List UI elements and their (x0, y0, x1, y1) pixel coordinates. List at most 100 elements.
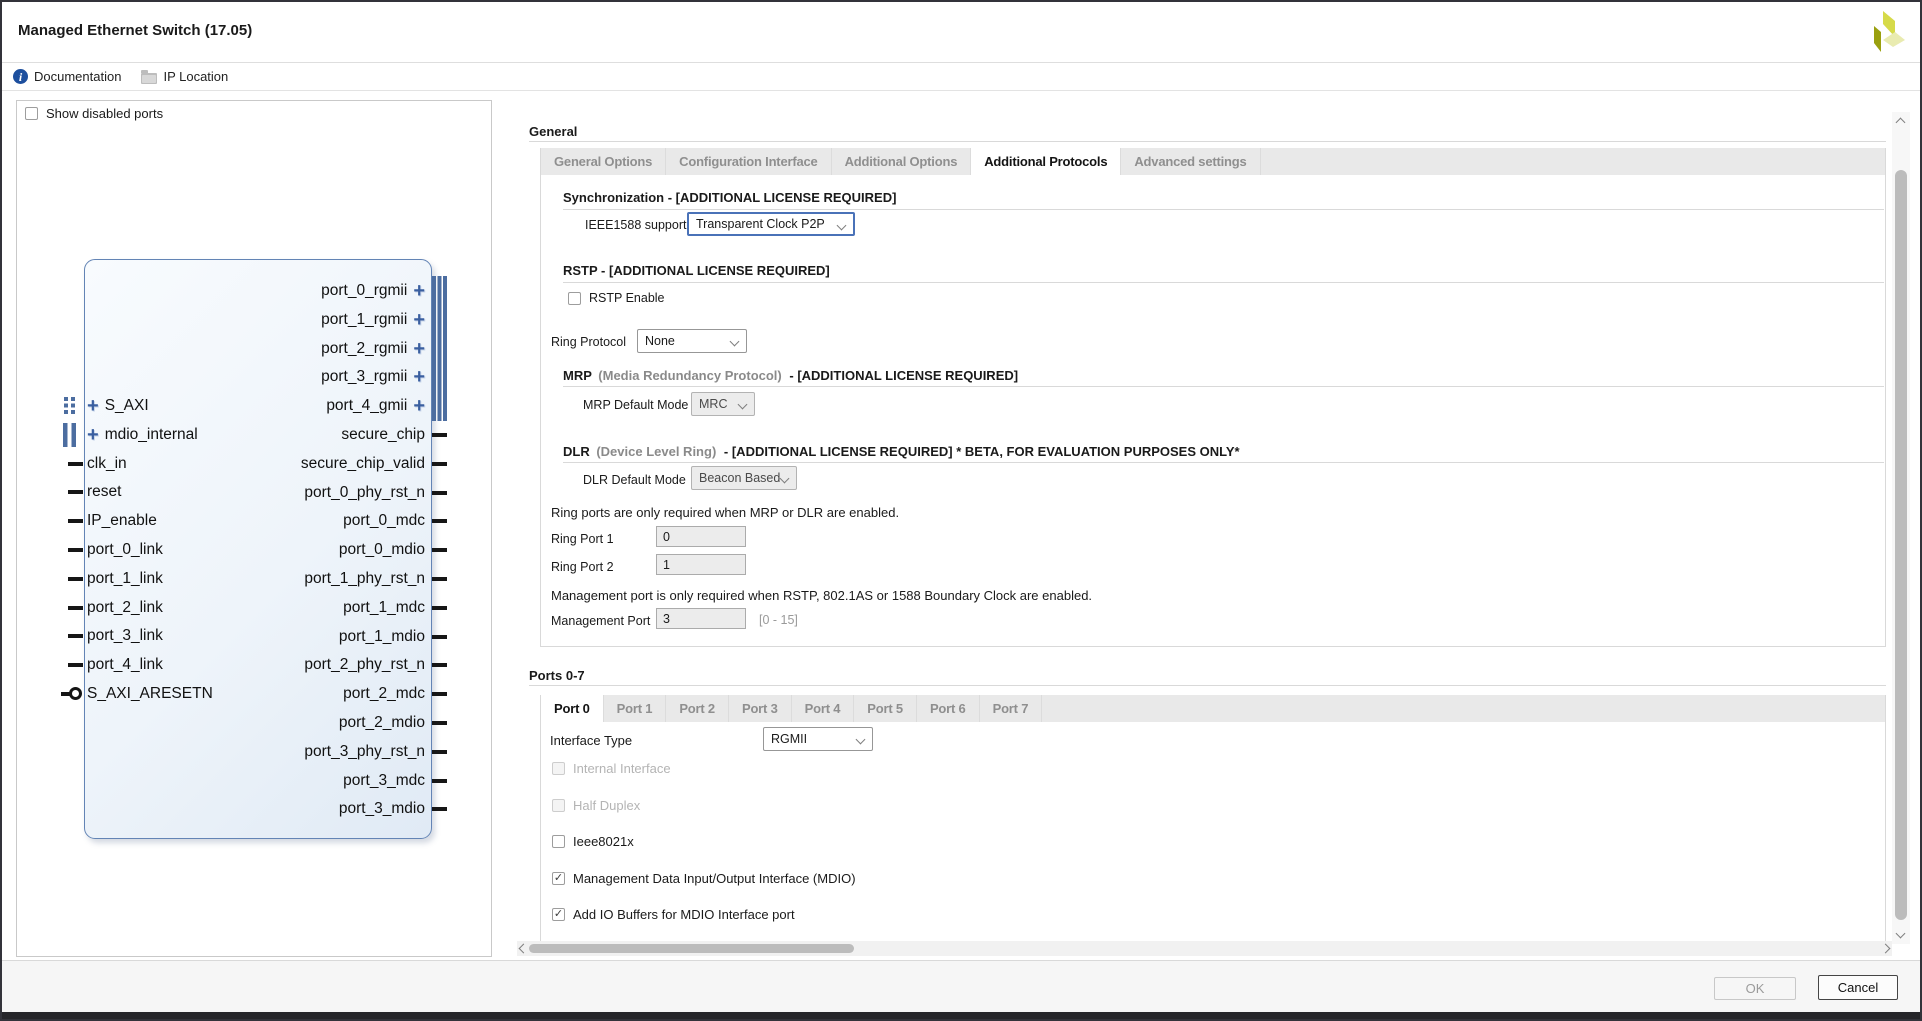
diagram-left-port-row: + S_AXI (87, 392, 149, 420)
pin-stub (68, 577, 83, 581)
documentation-button[interactable]: i Documentation (13, 69, 121, 84)
info-icon: i (13, 69, 28, 84)
expand-plus-icon[interactable]: + (413, 285, 425, 297)
ring-port-1-input (656, 526, 746, 547)
diagram-right-port-row: port_3_rgmii + (84, 363, 425, 391)
expand-plus-icon[interactable]: + (413, 314, 425, 326)
diagram-right-port-row: port_0_rgmii+ (84, 277, 425, 305)
mrp-heading-suffix: - [ADDITIONAL LICENSE REQUIRED] (789, 368, 1018, 383)
option-checkbox-internal-interface: Internal Interface (552, 761, 671, 776)
pin-stub (432, 635, 447, 639)
dialog-titlebar: Managed Ethernet Switch (17.05) (2, 2, 1920, 63)
diagram-right-port-row: port_3_mdc (84, 767, 425, 795)
dlr-heading-suffix: - [ADDITIONAL LICENSE REQUIRED] * BETA, … (724, 444, 1240, 459)
rstp-enable-checkbox[interactable]: RSTP Enable (568, 291, 665, 305)
port-label: clk_in (87, 455, 127, 473)
pin-stub (68, 462, 83, 466)
rstp-heading: RSTP - [ADDITIONAL LICENSE REQUIRED] (563, 263, 830, 278)
ieee1588-support-select[interactable]: Transparent Clock P2P (687, 212, 855, 236)
diagram-left-port-row: port_2_link (87, 594, 163, 622)
dlr-default-mode-select: Beacon Based (691, 466, 797, 490)
general-section-rule (529, 141, 1886, 142)
horizontal-scrollbar[interactable] (517, 941, 1892, 956)
diagram-left-port-row: IP_enable (87, 507, 157, 535)
port-label: port_0_mdio (339, 541, 425, 559)
port-label: port_1_link (87, 570, 163, 588)
vertical-scrollbar-thumb[interactable] (1895, 170, 1907, 920)
ports-section-title: Ports 0-7 (529, 668, 585, 683)
bus-bars-icon (63, 423, 76, 447)
tab-configuration-interface[interactable]: Configuration Interface (666, 148, 831, 175)
chevron-down-icon (738, 400, 748, 410)
bus-pin-icon (432, 362, 447, 392)
mrp-heading-strong: MRP (563, 368, 592, 383)
ring-protocol-select[interactable]: None (637, 329, 747, 353)
scroll-left-icon[interactable] (519, 944, 529, 954)
management-port-label: Management Port (551, 614, 650, 628)
chevron-down-icon (837, 221, 847, 231)
tab-additional-protocols[interactable]: Additional Protocols (971, 148, 1121, 175)
tab-additional-options[interactable]: Additional Options (832, 148, 972, 175)
ring-port-2-label: Ring Port 2 (551, 560, 614, 574)
diagram-left-port-row: port_4_link (87, 651, 163, 679)
checkbox-box[interactable] (552, 835, 565, 848)
port-label: port_0_mdc (343, 512, 425, 530)
management-port-range-hint: [0 - 15] (759, 613, 798, 627)
scroll-down-icon[interactable] (1896, 929, 1906, 939)
dialog-footer (2, 961, 1920, 1015)
vertical-scrollbar[interactable] (1892, 112, 1910, 944)
port-label: S_AXI_ARESETN (87, 685, 213, 703)
horizontal-scrollbar-thumb[interactable] (529, 944, 854, 953)
dialog-title: Managed Ethernet Switch (17.05) (18, 22, 252, 39)
expand-plus-icon[interactable]: + (413, 400, 425, 412)
pin-stub (68, 606, 83, 610)
tab-general-options[interactable]: General Options (541, 148, 666, 175)
mrp-default-mode-value: MRC (699, 397, 727, 411)
port-label: secure_chip_valid (301, 455, 425, 473)
checkbox-box[interactable] (568, 292, 581, 305)
scroll-up-icon[interactable] (1896, 118, 1906, 128)
dlr-heading-muted: (Device Level Ring) (596, 444, 716, 459)
tab-advanced-settings[interactable]: Advanced settings (1121, 148, 1260, 175)
cancel-button[interactable]: Cancel (1818, 975, 1898, 1000)
diagram-left-port-row: clk_in (87, 450, 127, 478)
diagram-right-port-row: secure_chip_valid (84, 450, 425, 478)
checkbox-label: Internal Interface (573, 761, 671, 776)
diagram-left-port-row: port_0_link (87, 536, 163, 564)
diagram-right-port-row: port_3_phy_rst_n (84, 738, 425, 766)
dlr-heading: DLR (Device Level Ring) - [ADDITIONAL LI… (563, 444, 1240, 459)
diagram-right-port-row: port_2_rgmii+ (84, 335, 425, 363)
option-checkbox-add-io-buffers-for-mdio-interface-port[interactable]: ✓Add IO Buffers for MDIO Interface port (552, 907, 795, 922)
pin-stub (432, 750, 447, 754)
port-label: port_1_phy_rst_n (304, 570, 425, 588)
expand-plus-icon[interactable]: + (87, 429, 99, 441)
scroll-right-icon[interactable] (1881, 944, 1891, 954)
expand-plus-icon[interactable]: + (87, 400, 99, 412)
port-label: mdio_internal (105, 426, 198, 444)
diagram-left-port-row: port_3_link (87, 622, 163, 650)
port-label: secure_chip (341, 426, 425, 444)
checkbox-label: Ieee8021x (573, 834, 634, 849)
ip-location-button[interactable]: IP Location (141, 69, 228, 84)
mrp-default-mode-label: MRP Default Mode (583, 398, 688, 412)
pin-stub (432, 433, 447, 437)
pin-stub (432, 663, 447, 667)
port-label: port_1_mdc (343, 599, 425, 617)
pin-stub (432, 548, 447, 552)
port-label: port_4_link (87, 656, 163, 674)
expand-plus-icon[interactable]: + (413, 371, 425, 383)
option-checkbox-ieee8021x[interactable]: Ieee8021x (552, 834, 634, 849)
port-label: port_3_rgmii (321, 368, 407, 386)
documentation-label: Documentation (34, 69, 121, 84)
dialog-toolbar: i Documentation IP Location (2, 63, 1920, 91)
bus-dots-icon (64, 397, 68, 401)
checkbox-box[interactable]: ✓ (552, 908, 565, 921)
checkbox-box[interactable]: ✓ (552, 872, 565, 885)
port-label: S_AXI (105, 397, 149, 415)
diagram-right-port-row: port_2_mdio (84, 709, 425, 737)
checkbox-box (552, 799, 565, 812)
option-checkbox-management-data-input-output-interface-mdio-[interactable]: ✓Management Data Input/Output Interface … (552, 871, 856, 886)
diagram-right-port-row: port_0_phy_rst_n (84, 479, 425, 507)
expand-plus-icon[interactable]: + (413, 343, 425, 355)
general-group: General OptionsConfiguration InterfaceAd… (540, 148, 1886, 647)
